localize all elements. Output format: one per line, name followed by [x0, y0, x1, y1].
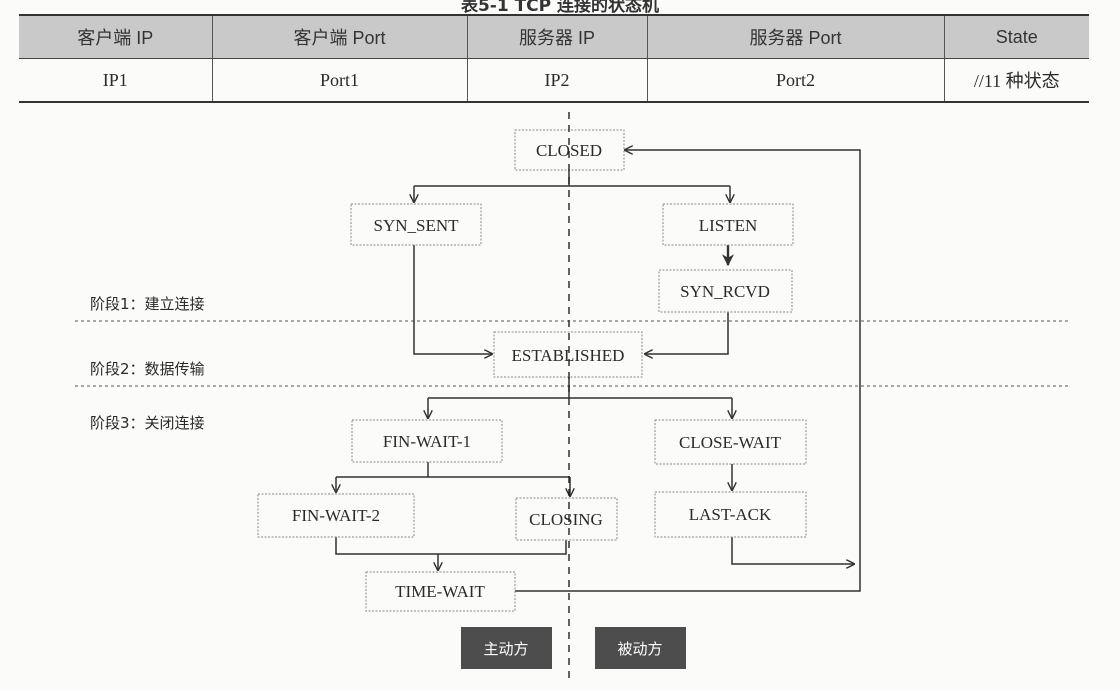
state-label-syn-rcvd: SYN_RCVD	[680, 282, 770, 301]
role-label-active: 主动方	[483, 640, 528, 658]
role-label-passive: 被动方	[617, 640, 662, 658]
tcp-state-diagram: 阶段1：建立连接 阶段2：数据传输 阶段3：关闭连接 CLOSED SYN_SE…	[75, 112, 1070, 680]
state-label-close-wait: CLOSE-WAIT	[679, 433, 782, 452]
state-label-fin-wait-1: FIN-WAIT-1	[383, 432, 471, 451]
state-label-closing: CLOSING	[529, 510, 603, 529]
state-label-syn-sent: SYN_SENT	[373, 216, 459, 235]
stage-label-2: 阶段2：数据传输	[90, 360, 205, 378]
stage-label-3: 阶段3：关闭连接	[90, 414, 205, 432]
state-label-last-ack: LAST-ACK	[689, 505, 772, 524]
state-label-established: ESTABLISHED	[512, 346, 625, 365]
stage-label-1: 阶段1：建立连接	[90, 295, 205, 313]
state-label-fin-wait-2: FIN-WAIT-2	[292, 506, 380, 525]
state-label-time-wait: TIME-WAIT	[395, 582, 485, 601]
state-label-listen: LISTEN	[699, 216, 758, 235]
